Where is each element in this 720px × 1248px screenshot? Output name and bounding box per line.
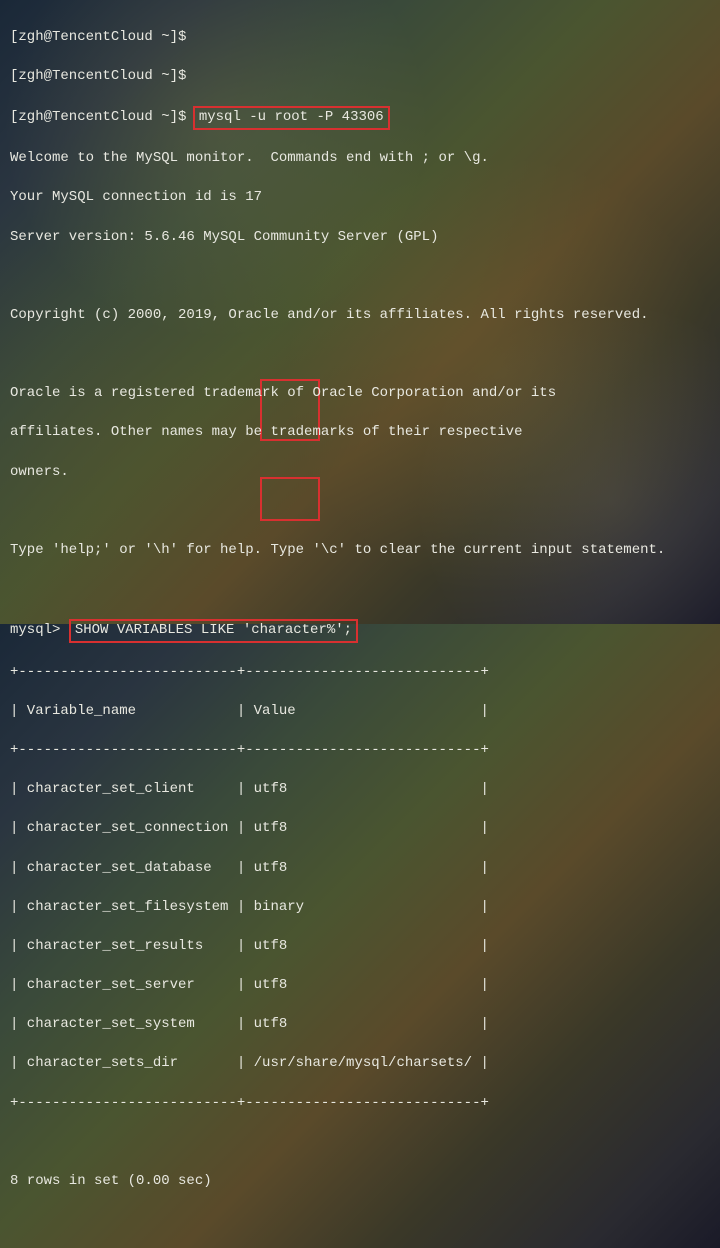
blank-line: [10, 502, 710, 522]
shell-prompt: [zgh@TencentCloud ~]$: [10, 29, 186, 45]
table-border: +--------------------------+------------…: [10, 1094, 710, 1114]
result-footer: 8 rows in set (0.00 sec): [10, 1172, 710, 1192]
blank-line: [10, 1133, 710, 1153]
help-line: Type 'help;' or '\h' for help. Type '\c'…: [10, 541, 710, 561]
shell-prompt: [zgh@TencentCloud ~]$: [10, 68, 186, 84]
table-row: | character_set_results | utf8 |: [10, 937, 710, 957]
table-row: | character_set_system | utf8 |: [10, 1015, 710, 1035]
mysql-prompt: mysql>: [10, 622, 69, 638]
welcome-line: Welcome to the MySQL monitor. Commands e…: [10, 149, 710, 169]
blank-line: [10, 345, 710, 365]
table-row: | character_set_filesystem | binary |: [10, 898, 710, 918]
blank-line: [10, 580, 710, 600]
table-border: +--------------------------+------------…: [10, 741, 710, 761]
blank-line: [10, 267, 710, 287]
copyright-line: Copyright (c) 2000, 2019, Oracle and/or …: [10, 306, 710, 326]
trademark-line: affiliates. Other names may be trademark…: [10, 423, 710, 443]
table-row: | character_sets_dir | /usr/share/mysql/…: [10, 1054, 710, 1074]
table-row: | character_set_client | utf8 |: [10, 780, 710, 800]
highlighted-command: mysql -u root -P 43306: [193, 106, 390, 130]
shell-prompt: [zgh@TencentCloud ~]$: [10, 109, 195, 125]
table-border: +--------------------------+------------…: [10, 663, 710, 683]
table-header: | Variable_name | Value |: [10, 702, 710, 722]
terminal-output[interactable]: [zgh@TencentCloud ~]$ [zgh@TencentCloud …: [10, 8, 710, 1248]
table-row: | character_set_connection | utf8 |: [10, 819, 710, 839]
blank-line: [10, 1211, 710, 1231]
welcome-line: Your MySQL connection id is 17: [10, 188, 710, 208]
table-row: | character_set_server | utf8 |: [10, 976, 710, 996]
trademark-line: Oracle is a registered trademark of Orac…: [10, 384, 710, 404]
highlighted-query: SHOW VARIABLES LIKE 'character%';: [69, 619, 358, 643]
table-row: | character_set_database | utf8 |: [10, 859, 710, 879]
welcome-line: Server version: 5.6.46 MySQL Community S…: [10, 228, 710, 248]
trademark-line: owners.: [10, 463, 710, 483]
